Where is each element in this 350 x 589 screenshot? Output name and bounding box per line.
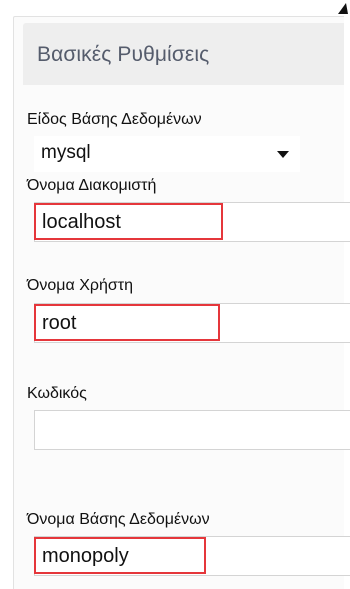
username-value: root — [42, 312, 77, 334]
db-name-label: Όνομα Βάσης Δεδομένων — [27, 511, 210, 528]
password-label: Κωδικός — [27, 385, 87, 402]
db-name-input[interactable]: monopoly — [34, 536, 350, 576]
db-type-label: Είδος Βάσης Δεδομένων — [27, 111, 202, 128]
db-type-value: mysql — [41, 142, 91, 163]
server-name-value: localhost — [42, 211, 121, 233]
panel-header: Βασικές Ρυθμίσεις — [23, 23, 344, 85]
username-label: Όνομα Χρήστη — [27, 277, 133, 294]
db-type-select[interactable]: mysql — [34, 136, 300, 172]
server-name-input[interactable]: localhost — [34, 202, 350, 242]
db-name-value: monopoly — [42, 545, 129, 567]
server-name-label: Όνομα Διακομιστή — [27, 177, 157, 194]
username-input[interactable]: root — [34, 303, 350, 343]
scroll-up-arrow-icon[interactable] — [336, 0, 350, 16]
panel-title: Βασικές Ρυθμίσεις — [37, 43, 210, 66]
password-input[interactable] — [34, 410, 350, 450]
settings-page: Βασικές Ρυθμίσεις Είδος Βάσης Δεδομένων … — [0, 0, 350, 589]
basic-settings-panel: Βασικές Ρυθμίσεις Είδος Βάσης Δεδομένων … — [13, 16, 350, 589]
